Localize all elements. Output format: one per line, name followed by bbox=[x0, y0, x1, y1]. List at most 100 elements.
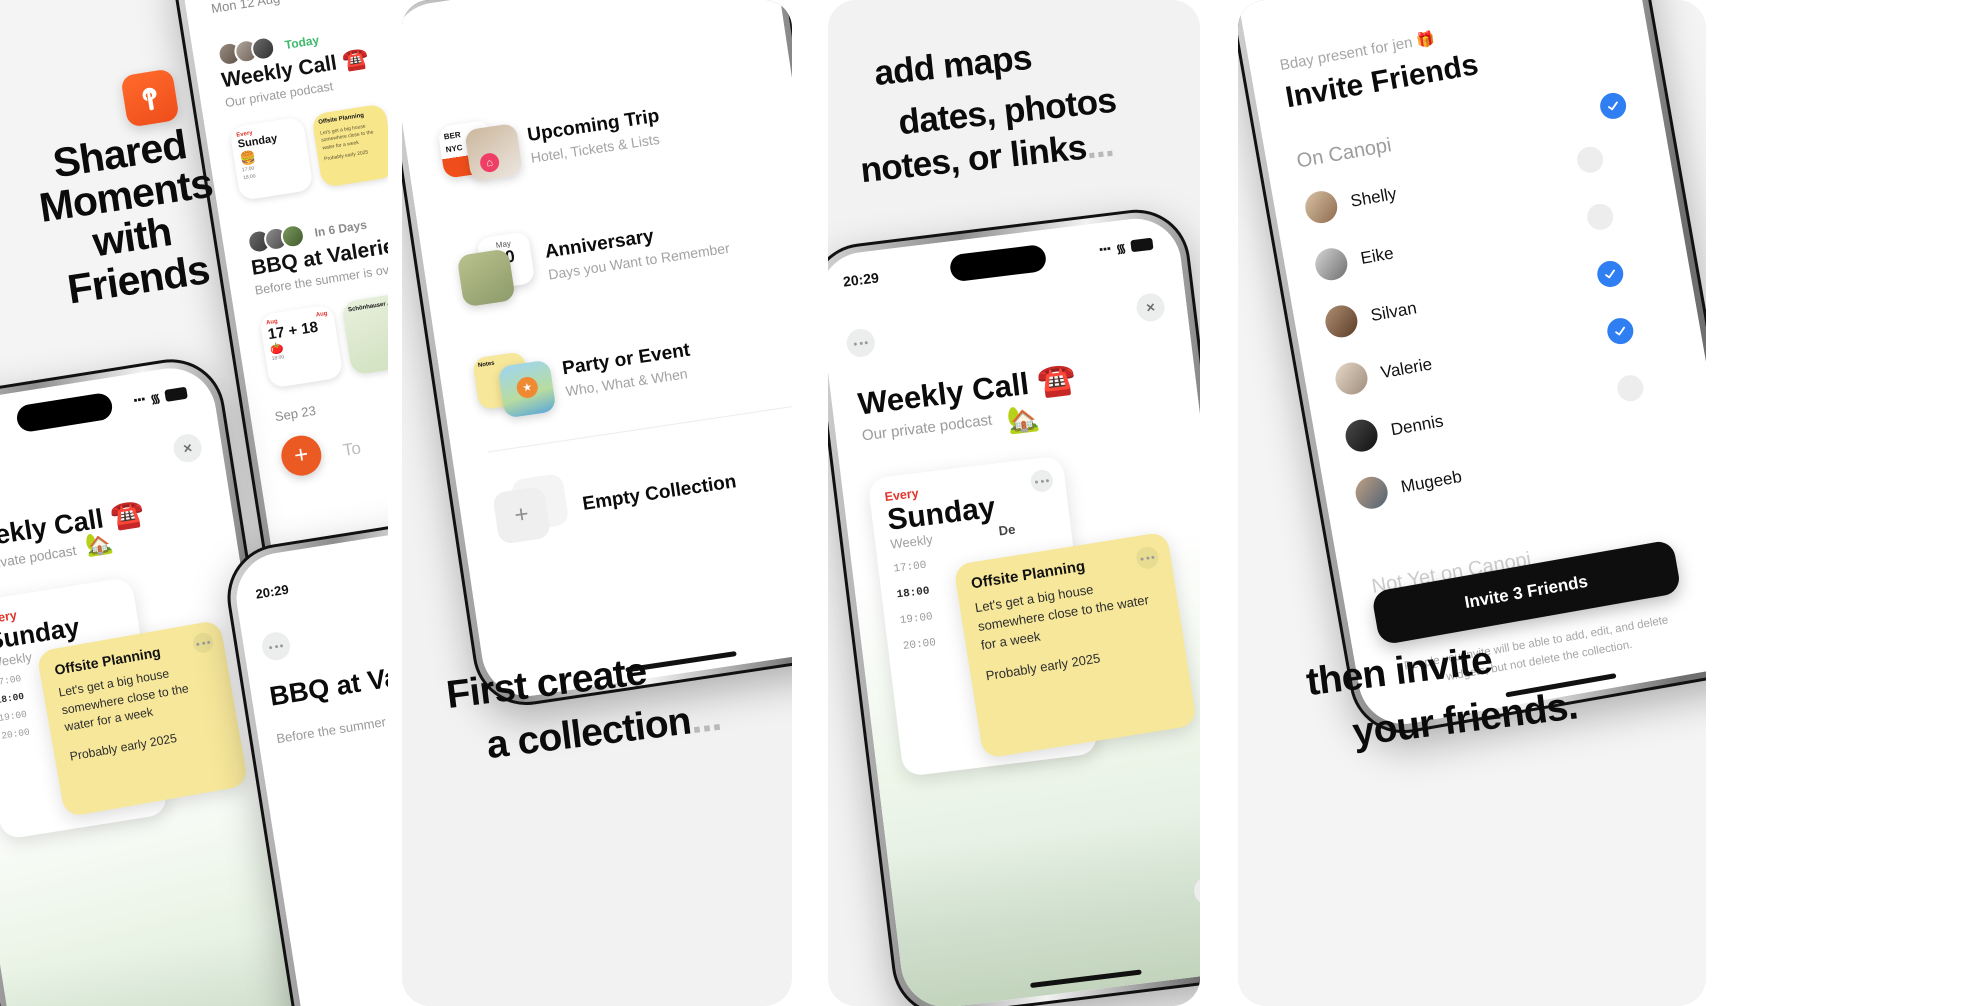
panel-shared-moments: Next Past Mon 12 Aug Today bbox=[0, 0, 388, 1006]
map-tile: ★ bbox=[497, 359, 557, 419]
friend-name: Mugeeb bbox=[1399, 467, 1464, 497]
house-emoji-icon: 🏡 bbox=[83, 529, 115, 559]
option-title: Empty Collection bbox=[581, 471, 738, 515]
panel-create-collection: Create Collection BERNYC ⌂ bbox=[402, 0, 792, 1006]
status-time: 20:29 bbox=[254, 581, 290, 602]
hotel-photo-tile: ⌂ bbox=[464, 122, 524, 182]
phone-emoji-icon: ☎️ bbox=[340, 46, 371, 74]
widget-map-label: Schönhauser Allee bbox=[347, 299, 388, 314]
friend-checkbox[interactable] bbox=[1585, 201, 1616, 232]
collection-option-text: Party or Event Who, What & When bbox=[561, 339, 694, 399]
panel3-heading-text: notes, or links bbox=[858, 127, 1089, 191]
gift-emoji-icon: 🎁 bbox=[1414, 29, 1437, 50]
collection-option-text: Upcoming Trip Hotel, Tickets & Lists bbox=[526, 105, 664, 165]
widget-row-2: Aug Aug 17 + 18 🍅 18:00 Schönhauser Alle… bbox=[258, 290, 388, 389]
collection-option-upcoming-trip[interactable]: BER NYC ⌂ Upcoming Trip Hotel, Tickets & … bbox=[437, 93, 665, 191]
trip-tiles-icon: BER NYC ⌂ bbox=[437, 115, 524, 191]
avatar bbox=[1343, 417, 1381, 455]
phone-mockup-create-collection: BER NYC ⌂ Upcoming Trip Hotel, Tickets & … bbox=[402, 0, 792, 713]
house-emoji-icon: 🏡 bbox=[1005, 401, 1042, 436]
more-options-button[interactable] bbox=[845, 327, 877, 359]
plus-tile-icon: + bbox=[491, 472, 572, 551]
collection-option-text: Anniversary Days you Want to Remember bbox=[543, 214, 730, 282]
status-icons: ▪▪▪ ᯾ bbox=[1098, 235, 1154, 258]
avatar bbox=[1302, 188, 1340, 226]
battery-icon bbox=[1130, 237, 1154, 253]
widget-map[interactable]: Schönhauser Allee bbox=[340, 290, 388, 376]
panel-invite-friends: Bday present for jen 🎁 Invite Friends On… bbox=[1238, 0, 1706, 1006]
collection-option-party[interactable]: Notes ★ Party or Event Who, What & When bbox=[471, 327, 696, 424]
app-store-screenshot-gallery: Next Past Mon 12 Aug Today bbox=[0, 0, 1968, 1006]
phone-emoji-icon: ☎️ bbox=[1035, 360, 1078, 400]
map-preview bbox=[887, 809, 1200, 1006]
phone-mockup-invite: Bday present for jen 🎁 Invite Friends On… bbox=[1238, 0, 1706, 742]
friend-checkbox[interactable] bbox=[1615, 373, 1646, 404]
friend-checkbox[interactable] bbox=[1595, 258, 1626, 290]
note-card[interactable]: Offsite Planning Let's get a big house s… bbox=[36, 619, 249, 818]
panel2-footer-text: a collection bbox=[484, 699, 694, 768]
collection-option-empty[interactable]: + Empty Collection bbox=[491, 450, 741, 551]
couple-photo-tile bbox=[456, 248, 516, 308]
wifi-icon: ᯾ bbox=[1115, 240, 1127, 256]
plus-tile: + bbox=[492, 485, 552, 545]
anniversary-tiles-icon: May 10 bbox=[455, 231, 536, 308]
detail-title: Weekly Call ☎️ bbox=[856, 359, 1078, 422]
friend-name: Silvan bbox=[1369, 298, 1419, 326]
close-button[interactable]: × bbox=[1134, 291, 1167, 323]
dynamic-island bbox=[15, 391, 115, 434]
party-tiles-icon: Notes ★ bbox=[471, 348, 557, 424]
collection-option-anniversary[interactable]: May 10 Anniversary Days you Want to Reme… bbox=[455, 202, 733, 308]
friend-name: Shelly bbox=[1349, 184, 1398, 211]
widget-dates[interactable]: Aug Aug 17 + 18 🍅 18:00 bbox=[258, 303, 344, 389]
phone-mockup-weekly-call: 20:29 ▪▪▪ ᯾ × Weekly Call ☎️ Our private bbox=[828, 203, 1200, 1006]
friend-checkbox[interactable] bbox=[1605, 316, 1636, 347]
note-card[interactable]: Offsite Planning Let's get a big house s… bbox=[953, 531, 1198, 759]
note-more-button[interactable] bbox=[1134, 545, 1160, 571]
close-button[interactable]: × bbox=[171, 432, 204, 465]
sliver-title: BBQ at Valerie's bbox=[267, 649, 388, 712]
friend-name: Eike bbox=[1359, 243, 1396, 268]
panel3-heading-line1: add maps bbox=[872, 37, 1034, 94]
section-on-canopi: On Canopi bbox=[1295, 134, 1394, 173]
status-icons: ▪▪▪ ᯾ bbox=[132, 384, 188, 409]
dynamic-island bbox=[948, 243, 1048, 283]
sliver-subtitle: Before the summer is over bbox=[275, 708, 388, 747]
event-when: In 6 Days bbox=[313, 217, 368, 240]
page-title: Shared Moments with Friends bbox=[3, 116, 255, 317]
wifi-icon: ᯾ bbox=[149, 390, 162, 406]
panel-add-widgets: add maps dates, photos notes, or links..… bbox=[828, 0, 1200, 1006]
battery-icon bbox=[164, 386, 188, 402]
friend-name: Dennis bbox=[1389, 411, 1445, 440]
phone-screen-create-collection: BER NYC ⌂ Upcoming Trip Hotel, Tickets & … bbox=[402, 0, 792, 703]
detail-title-text: Weekly Call bbox=[856, 365, 1031, 422]
phone-emoji-icon: ☎️ bbox=[108, 496, 147, 532]
add-collection-button[interactable]: + bbox=[278, 432, 325, 479]
cellular-icon: ▪▪▪ bbox=[132, 393, 147, 407]
feed-date-label: Mon 12 Aug bbox=[210, 0, 282, 17]
avatar bbox=[1312, 245, 1350, 283]
avatar bbox=[1353, 474, 1391, 512]
ellipsis-icon: ... bbox=[1084, 124, 1116, 167]
avatar bbox=[1322, 302, 1360, 340]
status-time: 20:29 bbox=[842, 269, 880, 290]
schedule-marker-label: De bbox=[997, 521, 1017, 539]
phone-screen-invite: Bday present for jen 🎁 Invite Friends On… bbox=[1238, 0, 1706, 732]
map-preview bbox=[1, 924, 318, 1006]
more-options-button[interactable] bbox=[260, 630, 293, 663]
widget-row-1: Every Sunday 🍔 17:00 18:00 Offsite Plann… bbox=[229, 90, 388, 201]
phone-screen-weekly-call: 20:29 ▪▪▪ ᯾ × Weekly Call ☎️ Our private bbox=[828, 213, 1200, 1006]
feed-next-date: Sep 23 bbox=[273, 402, 317, 425]
event-when: Today bbox=[283, 32, 321, 53]
cellular-icon: ▪▪▪ bbox=[1098, 242, 1112, 257]
feed-today-label: To bbox=[341, 438, 363, 460]
avatar bbox=[1332, 359, 1371, 398]
canopi-app-icon bbox=[120, 68, 180, 128]
ellipsis-icon: ... bbox=[687, 695, 724, 743]
widget-schedule[interactable]: Every Sunday 🍔 17:00 18:00 bbox=[229, 116, 314, 201]
widget-note[interactable]: Offsite Planning Let's get a big house s… bbox=[311, 103, 388, 188]
panel3-heading-line3: notes, or links... bbox=[858, 124, 1116, 191]
collection-option-text: Empty Collection bbox=[581, 471, 738, 516]
friend-checkbox[interactable] bbox=[1575, 144, 1606, 175]
select-all-checkbox[interactable] bbox=[1598, 90, 1629, 121]
friend-name: Valerie bbox=[1379, 354, 1434, 383]
